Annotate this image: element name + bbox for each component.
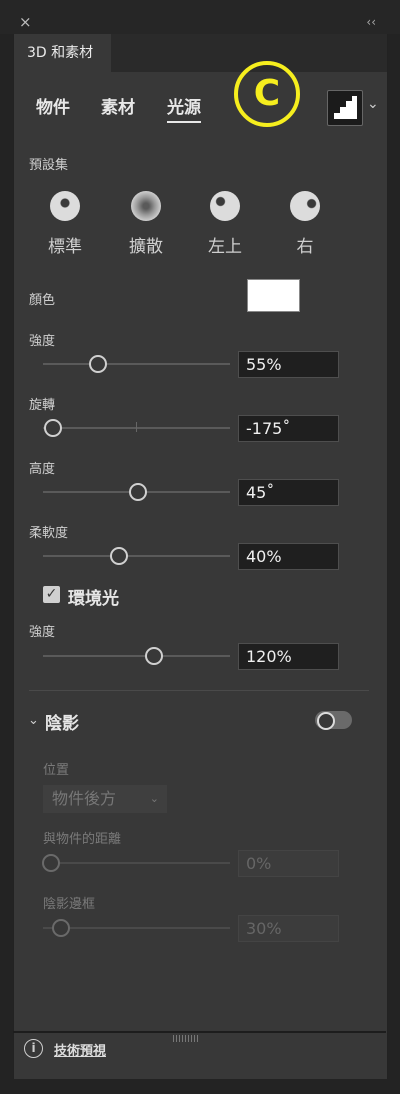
panel-bottom-edge — [13, 1031, 386, 1033]
preset-top-left[interactable]: 左上 — [205, 191, 245, 257]
section-divider — [29, 690, 369, 691]
softness-input[interactable]: 40% — [238, 543, 339, 570]
slider-thumb[interactable] — [145, 647, 163, 665]
chevron-down-icon[interactable]: ⌄ — [28, 713, 39, 728]
shadow-toggle[interactable] — [315, 711, 352, 730]
preset-label: 標準 — [48, 237, 82, 257]
rotation-label: 旋轉 — [29, 398, 56, 413]
intensity-label: 強度 — [29, 334, 56, 349]
ambient-intensity-input[interactable]: 120% — [238, 643, 339, 670]
shadow-position-select[interactable]: 物件後方 ⌄ — [43, 785, 167, 813]
softness-slider[interactable] — [43, 547, 230, 565]
intensity-input[interactable]: 55% — [238, 351, 339, 378]
light-sphere-icon — [210, 191, 240, 221]
info-icon[interactable]: i — [24, 1039, 43, 1058]
3d-materials-panel: 3D 和素材 物件 素材 光源 C ⌄ 預設集 標準 擴散 左上 右 顏色 強度… — [13, 34, 388, 1079]
shadow-position-label: 位置 — [43, 763, 70, 778]
slider-center-tick — [136, 422, 137, 432]
softness-label: 柔軟度 — [29, 526, 69, 541]
light-sphere-icon — [290, 191, 320, 221]
toggle-knob — [317, 712, 335, 730]
presets-label: 預設集 — [29, 158, 69, 173]
shadow-distance-slider[interactable] — [42, 854, 230, 872]
color-label: 顏色 — [29, 293, 56, 308]
chevron-down-icon: ⌄ — [149, 792, 159, 805]
ambient-light-label: 環境光 — [68, 589, 119, 609]
height-input[interactable]: 45˚ — [238, 479, 339, 506]
subtab-lighting[interactable]: 光源 — [167, 93, 201, 123]
tab-3d-materials[interactable]: 3D 和素材 — [14, 34, 111, 72]
height-slider[interactable] — [43, 483, 230, 501]
render-settings-button[interactable] — [327, 90, 363, 126]
shadow-bound-input[interactable]: 30% — [238, 915, 339, 942]
light-sphere-icon — [50, 191, 80, 221]
shadow-bound-slider[interactable] — [43, 919, 230, 937]
chevron-down-icon[interactable]: ⌄ — [367, 96, 379, 112]
preset-label: 左上 — [208, 237, 242, 257]
shadow-distance-input[interactable]: 0% — [238, 850, 339, 877]
slider-thumb[interactable] — [42, 854, 60, 872]
light-sphere-icon — [131, 191, 161, 221]
ambient-intensity-slider[interactable] — [43, 647, 230, 665]
slider-thumb[interactable] — [129, 483, 147, 501]
slider-thumb[interactable] — [110, 547, 128, 565]
tech-preview-link[interactable]: 技術預視 — [54, 1040, 106, 1059]
ambient-intensity-label: 強度 — [29, 625, 56, 640]
slider-thumb[interactable] — [52, 919, 70, 937]
resize-grip-icon[interactable] — [173, 1035, 199, 1042]
window-frame: × ‹‹ 3D 和素材 物件 素材 光源 C ⌄ 預設集 標準 擴散 左上 右 … — [0, 0, 400, 1094]
shadow-bound-label: 陰影邊框 — [43, 897, 96, 912]
collapse-panel-icon[interactable]: ‹‹ — [366, 15, 376, 29]
rotation-input[interactable]: -175˚ — [238, 415, 339, 442]
slider-thumb[interactable] — [89, 355, 107, 373]
subtab-objects[interactable]: 物件 — [36, 93, 70, 118]
light-color-swatch[interactable] — [247, 279, 300, 312]
shadow-position-value: 物件後方 — [52, 789, 117, 808]
intensity-slider[interactable] — [43, 355, 230, 373]
slider-thumb[interactable] — [44, 419, 62, 437]
shadow-distance-label: 與物件的距離 — [43, 832, 122, 847]
rotation-slider[interactable] — [43, 419, 230, 437]
window-title-strip: × ‹‹ — [0, 0, 400, 34]
annotation-marker: C — [234, 61, 300, 127]
ambient-light-checkbox[interactable]: ✓ — [43, 586, 60, 603]
preset-label: 右 — [296, 237, 314, 257]
close-icon[interactable]: × — [19, 14, 32, 30]
shadow-section-label[interactable]: 陰影 — [45, 709, 79, 734]
subtab-materials[interactable]: 素材 — [101, 93, 135, 118]
preset-diffuse[interactable]: 擴散 — [126, 191, 166, 257]
panel-tab-bar: 3D 和素材 — [14, 34, 387, 72]
preset-standard[interactable]: 標準 — [45, 191, 85, 257]
preset-label: 擴散 — [129, 237, 163, 257]
height-label: 高度 — [29, 462, 56, 477]
preset-right[interactable]: 右 — [285, 191, 325, 257]
